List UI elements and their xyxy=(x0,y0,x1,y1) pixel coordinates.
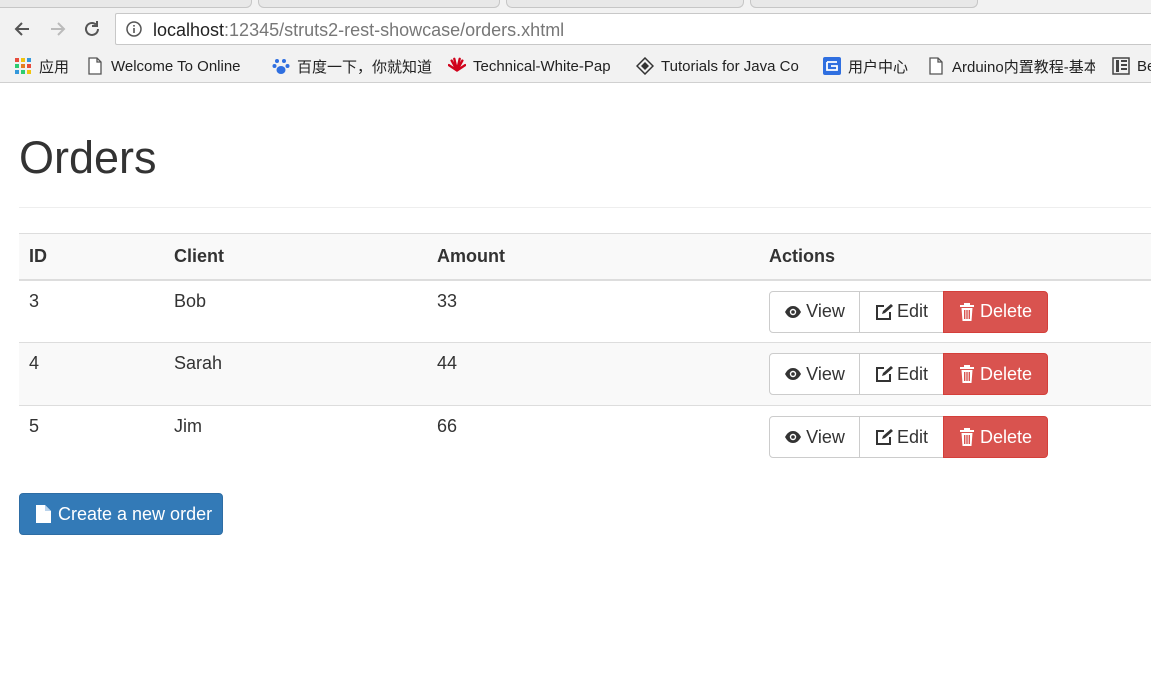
orders-table: ID Client Amount Actions 3 Bob 33 View E… xyxy=(19,233,1151,469)
forward-button[interactable] xyxy=(46,17,70,41)
view-label: View xyxy=(806,363,845,384)
cell-amount: 44 xyxy=(427,342,759,406)
back-arrow-icon xyxy=(14,22,29,36)
delete-button[interactable]: Delete xyxy=(943,416,1048,458)
bookmark-be[interactable]: Be xyxy=(1112,50,1151,82)
user-center-icon xyxy=(823,57,841,75)
view-button[interactable]: View xyxy=(769,353,860,395)
bookmark-label: Technical-White-Pap xyxy=(473,57,611,75)
header-client: Client xyxy=(164,233,427,281)
edit-icon xyxy=(875,365,893,383)
cell-amount: 66 xyxy=(427,405,759,469)
eye-icon xyxy=(784,365,802,383)
view-button[interactable]: View xyxy=(769,290,860,333)
trash-icon xyxy=(959,428,976,446)
row-action-group: View Edit Delete xyxy=(769,416,1048,458)
bookmarks-bar: 应用 Welcome To Online 百度一下，你就知道 Technical… xyxy=(0,50,1151,83)
cell-id: 5 xyxy=(19,405,164,469)
row-action-group: View Edit Delete xyxy=(769,290,1048,333)
title-divider xyxy=(19,207,1151,208)
apps-grid-icon xyxy=(14,57,32,75)
header-id: ID xyxy=(19,233,164,281)
tab-strip xyxy=(0,0,1151,8)
trash-icon xyxy=(959,302,976,321)
bookmark-huawei[interactable]: Technical-White-Pap xyxy=(448,50,620,82)
bookmark-label: Arduino内置教程-基本 xyxy=(952,58,1095,76)
address-bar[interactable]: localhost:12345/struts2-rest-showcase/or… xyxy=(115,13,1151,45)
page-title: Orders xyxy=(19,132,157,183)
bookmark-label: Welcome To Online xyxy=(111,57,241,75)
delete-button[interactable]: Delete xyxy=(943,353,1048,395)
edit-button[interactable]: Edit xyxy=(859,290,944,333)
table-row: 5 Jim 66 View Edit Delete xyxy=(19,405,1151,469)
url-path: :12345/struts2-rest-showcase/orders.xhtm… xyxy=(224,20,565,40)
browser-tab[interactable] xyxy=(506,0,744,8)
bookmark-label: Tutorials for Java Co xyxy=(661,57,799,75)
cell-actions: View Edit Delete xyxy=(759,342,1151,406)
bookmark-user-center[interactable]: 用户中心 xyxy=(823,50,915,82)
trash-icon xyxy=(959,365,976,383)
cell-actions: View Edit Delete xyxy=(759,280,1151,343)
cell-id: 3 xyxy=(29,290,40,311)
eye-icon xyxy=(784,428,802,446)
view-label: View xyxy=(806,301,845,321)
cell-client: Jim xyxy=(164,405,427,469)
page-icon xyxy=(86,57,104,75)
view-label: View xyxy=(806,426,845,447)
edit-label: Edit xyxy=(896,363,929,384)
table-row: 3 Bob 33 View Edit Delete xyxy=(19,280,1151,343)
bookmark-label: Be xyxy=(1137,57,1151,75)
bookmark-arduino[interactable]: Arduino内置教程-基本 xyxy=(927,50,1095,82)
reload-button[interactable] xyxy=(80,17,104,41)
url-host: localhost xyxy=(153,20,225,40)
create-order-label: Create a new order xyxy=(58,503,213,524)
delete-label: Delete xyxy=(979,363,1032,384)
diamond-logo-icon xyxy=(636,57,654,75)
header-amount: Amount xyxy=(427,233,759,281)
bookmark-label: 应用 xyxy=(39,58,70,76)
cell-client: Bob xyxy=(174,290,207,311)
url-text[interactable]: localhost:12345/struts2-rest-showcase/or… xyxy=(153,20,564,41)
reload-icon xyxy=(85,21,99,36)
browser-toolbar: localhost:12345/struts2-rest-showcase/or… xyxy=(0,8,1151,50)
huawei-logo-icon xyxy=(448,57,466,75)
info-icon[interactable] xyxy=(126,21,142,37)
page-icon xyxy=(927,57,945,75)
eye-icon xyxy=(784,303,802,321)
cell-actions: View Edit Delete xyxy=(759,405,1151,469)
table-header-row: ID Client Amount Actions xyxy=(19,233,1151,281)
bookmark-label: 用户中心 xyxy=(848,58,909,76)
table-row: 4 Sarah 44 View Edit Delete xyxy=(19,342,1151,406)
edit-icon xyxy=(875,428,893,446)
file-icon xyxy=(36,505,51,523)
baidu-paw-icon xyxy=(272,57,290,75)
view-button[interactable]: View xyxy=(769,416,860,458)
forward-arrow-icon xyxy=(51,22,66,36)
back-button[interactable] xyxy=(10,17,34,41)
bookmark-apps[interactable]: 应用 xyxy=(14,50,74,82)
bookmark-baidu[interactable]: 百度一下，你就知道 xyxy=(272,50,437,82)
cell-amount: 33 xyxy=(437,290,458,311)
delete-label: Delete xyxy=(979,301,1032,321)
bookmark-tutorials[interactable]: Tutorials for Java Co xyxy=(636,50,808,82)
edit-label: Edit xyxy=(896,301,929,321)
edit-button[interactable]: Edit xyxy=(859,416,944,458)
cell-id: 4 xyxy=(19,342,164,406)
create-order-button[interactable]: Create a new order xyxy=(19,493,223,535)
edit-button[interactable]: Edit xyxy=(859,353,944,395)
delete-button[interactable]: Delete xyxy=(943,290,1048,333)
header-actions: Actions xyxy=(759,233,1151,281)
row-action-group: View Edit Delete xyxy=(769,353,1048,395)
cell-client: Sarah xyxy=(164,342,427,406)
edit-label: Edit xyxy=(896,426,929,447)
book-icon xyxy=(1112,57,1130,75)
browser-tab[interactable] xyxy=(0,0,252,8)
bookmark-welcome[interactable]: Welcome To Online xyxy=(86,50,254,82)
delete-label: Delete xyxy=(979,426,1032,447)
bookmark-label: 百度一下，你就知道 xyxy=(297,58,433,76)
browser-tab[interactable] xyxy=(258,0,500,8)
edit-icon xyxy=(875,303,893,321)
browser-tab[interactable] xyxy=(750,0,978,8)
